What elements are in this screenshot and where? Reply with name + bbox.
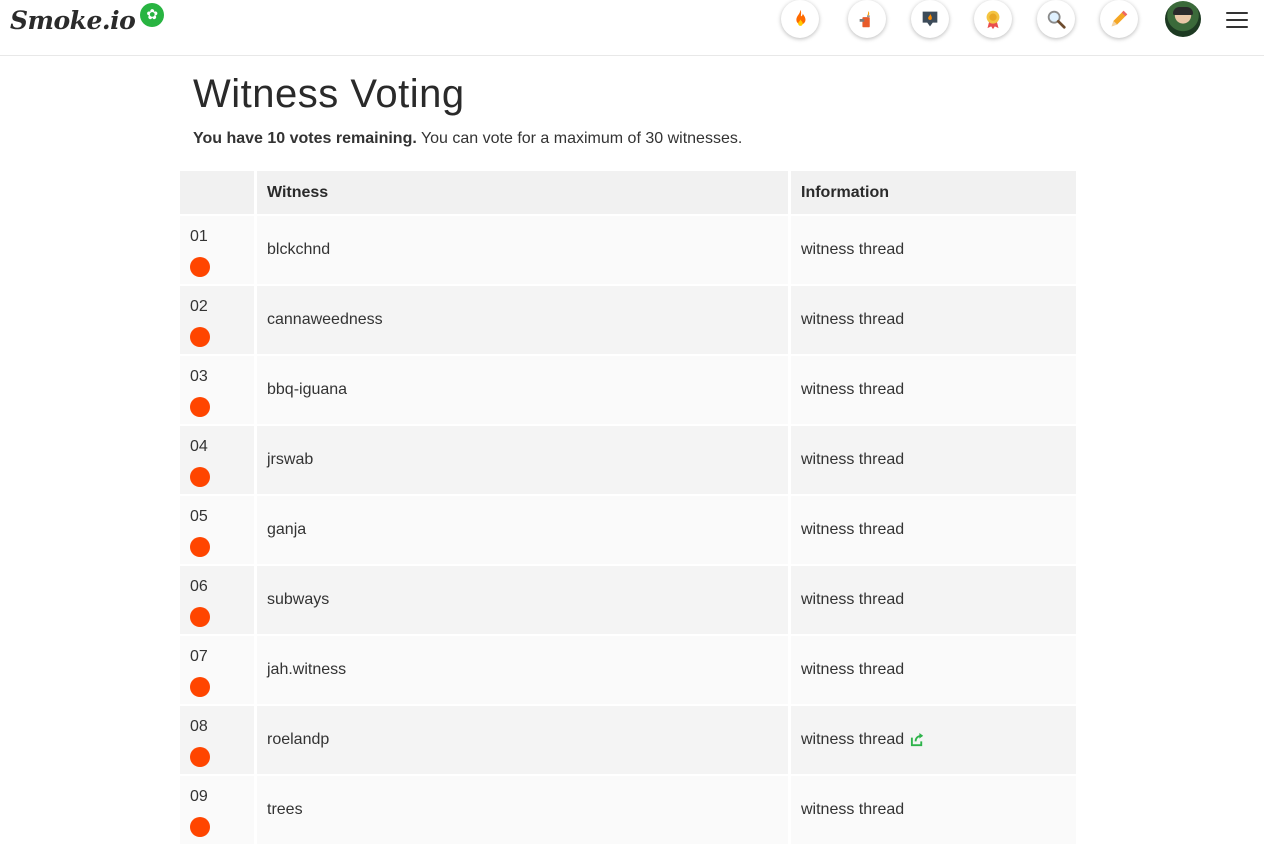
rank-cell: 07 [180, 634, 257, 704]
rank-number: 01 [190, 228, 208, 245]
info-cell: witness thread [791, 634, 1076, 704]
vote-toggle-button[interactable] [190, 747, 210, 767]
info-cell: witness thread [791, 774, 1076, 844]
witness-thread-link[interactable]: witness thread [801, 381, 904, 398]
rank-number: 03 [190, 368, 208, 385]
header-information: Information [791, 171, 1076, 214]
vote-toggle-button[interactable] [190, 257, 210, 277]
rank-number: 02 [190, 298, 208, 315]
fire-icon[interactable] [781, 0, 819, 38]
vote-toggle-button[interactable] [190, 397, 210, 417]
rank-cell: 01 [180, 214, 257, 284]
rank-number: 06 [190, 578, 208, 595]
pencil-icon[interactable] [1100, 0, 1138, 38]
witness-name[interactable]: roelandp [257, 704, 791, 774]
header-rank [180, 171, 257, 214]
witness-thread-link[interactable]: witness thread [801, 731, 904, 748]
vote-toggle-button[interactable] [190, 607, 210, 627]
vote-toggle-button[interactable] [190, 467, 210, 487]
rank-number: 07 [190, 648, 208, 665]
info-cell: witness thread [791, 564, 1076, 634]
witness-name[interactable]: jah.witness [257, 634, 791, 704]
table-row: 01 blckchnd witness thread [180, 214, 1076, 284]
table-header-row: Witness Information [180, 171, 1076, 214]
vote-toggle-button[interactable] [190, 327, 210, 347]
rank-number: 08 [190, 718, 208, 735]
user-avatar[interactable] [1165, 1, 1201, 37]
rank-cell: 02 [180, 284, 257, 354]
votes-remaining-text: You have 10 votes remaining. You can vot… [193, 130, 742, 148]
table-row: 02 cannaweedness witness thread [180, 284, 1076, 354]
rank-cell: 03 [180, 354, 257, 424]
table-row: 04 jrswab witness thread [180, 424, 1076, 494]
table-row: 05 ganja witness thread [180, 494, 1076, 564]
rank-cell: 04 [180, 424, 257, 494]
search-icon[interactable] [1037, 0, 1075, 38]
witness-thread-link[interactable]: witness thread [801, 451, 904, 468]
cannabis-leaf-icon: ✿ [140, 2, 165, 27]
witness-name[interactable]: blckchnd [257, 214, 791, 284]
external-link-icon[interactable] [910, 732, 925, 747]
table-row: 09 trees witness thread [180, 774, 1076, 844]
pin-icon[interactable] [911, 0, 949, 38]
rank-number: 09 [190, 788, 208, 805]
witness-thread-link[interactable]: witness thread [801, 661, 904, 678]
witness-thread-link[interactable]: witness thread [801, 241, 904, 258]
info-cell: witness thread [791, 284, 1076, 354]
rank-cell: 09 [180, 774, 257, 844]
site-logo[interactable]: Smoke.io ✿ [10, 2, 165, 35]
witness-thread-link[interactable]: witness thread [801, 521, 904, 538]
rank-cell: 05 [180, 494, 257, 564]
votes-remaining-count: You have 10 votes remaining. [193, 130, 417, 147]
witness-thread-link[interactable]: witness thread [801, 801, 904, 818]
hamburger-menu-icon[interactable] [1226, 12, 1248, 30]
vote-toggle-button[interactable] [190, 537, 210, 557]
witness-name[interactable]: cannaweedness [257, 284, 791, 354]
info-cell: witness thread [791, 214, 1076, 284]
vote-toggle-button[interactable] [190, 677, 210, 697]
table-row: 08 roelandp witness thread [180, 704, 1076, 774]
info-cell: witness thread [791, 704, 1076, 774]
info-cell: witness thread [791, 424, 1076, 494]
page-title: Witness Voting [193, 72, 465, 116]
witness-name[interactable]: ganja [257, 494, 791, 564]
rank-cell: 08 [180, 704, 257, 774]
witness-name[interactable]: subways [257, 564, 791, 634]
witness-name[interactable]: trees [257, 774, 791, 844]
info-cell: witness thread [791, 494, 1076, 564]
vote-toggle-button[interactable] [190, 817, 210, 837]
witness-name[interactable]: jrswab [257, 424, 791, 494]
rank-number: 05 [190, 508, 208, 525]
rank-number: 04 [190, 438, 208, 455]
table-row: 03 bbq-iguana witness thread [180, 354, 1076, 424]
votes-max-text: You can vote for a maximum of 30 witness… [416, 130, 743, 147]
top-navbar: Smoke.io ✿ [0, 0, 1264, 56]
table-row: 06 subways witness thread [180, 564, 1076, 634]
logo-text: Smoke.io [10, 6, 136, 35]
rank-cell: 06 [180, 564, 257, 634]
witness-thread-link[interactable]: witness thread [801, 591, 904, 608]
witness-name[interactable]: bbq-iguana [257, 354, 791, 424]
lighter-icon[interactable] [848, 0, 886, 38]
witness-thread-link[interactable]: witness thread [801, 311, 904, 328]
witness-table: Witness Information 01 blckchnd witness th… [180, 171, 1076, 844]
info-cell: witness thread [791, 354, 1076, 424]
header-witness: Witness [257, 171, 791, 214]
table-row: 07 jah.witness witness thread [180, 634, 1076, 704]
award-icon[interactable] [974, 0, 1012, 38]
